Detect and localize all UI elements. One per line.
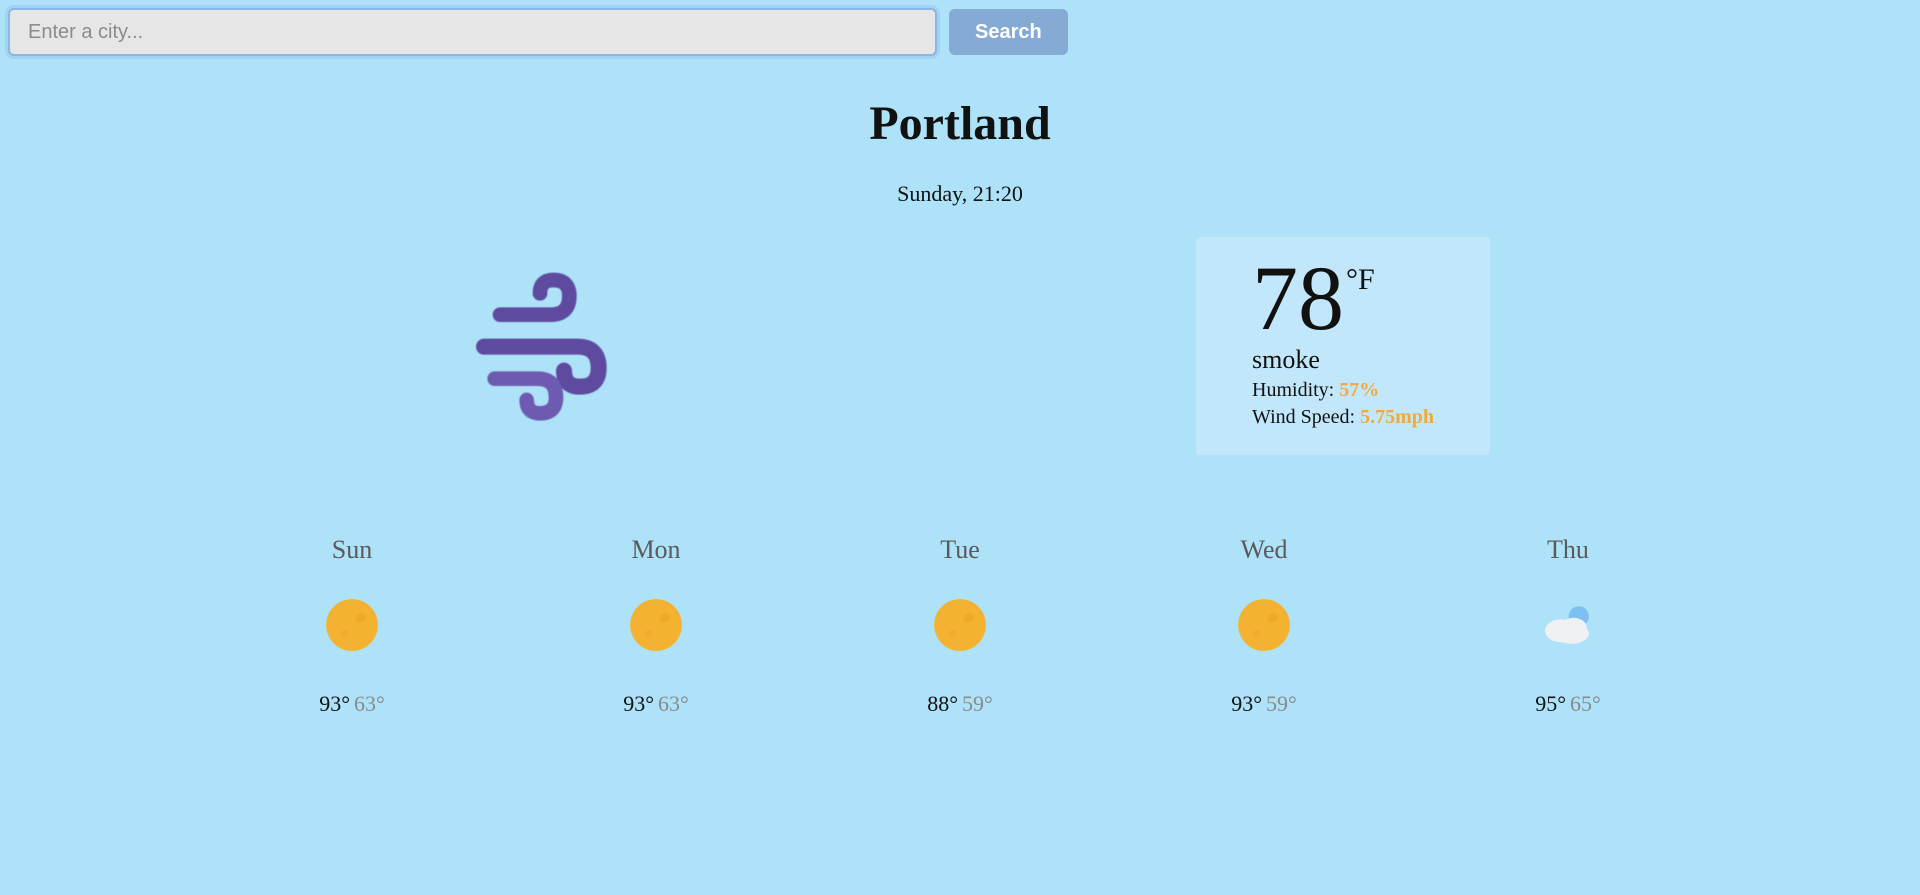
sun-icon <box>1112 585 1416 665</box>
forecast-hi: 93° <box>1231 691 1262 716</box>
forecast-lo: 63° <box>658 691 689 716</box>
forecast-day-name: Mon <box>504 535 808 565</box>
current-temperature: 78 <box>1252 259 1344 337</box>
wind-icon <box>460 264 620 429</box>
sun-icon <box>200 585 504 665</box>
forecast-day: Tue 88°59° <box>808 535 1112 717</box>
search-button[interactable]: Search <box>949 9 1068 55</box>
wind-speed-value: 5.75mph <box>1360 406 1434 428</box>
forecast-day: Mon 93°63° <box>504 535 808 717</box>
forecast-day: Thu 95°65° <box>1416 535 1720 717</box>
forecast-day-name: Thu <box>1416 535 1720 565</box>
forecast-hi: 95° <box>1535 691 1566 716</box>
humidity-row: Humidity: 57% <box>1252 379 1434 402</box>
wind-row: Wind Speed: 5.75mph <box>1252 406 1434 429</box>
forecast-lo: 65° <box>1570 691 1601 716</box>
cloud-partly-icon <box>1416 585 1720 665</box>
forecast-row: Sun 93°63° Mon 93°63° Tue 88°59° <box>190 535 1730 737</box>
current-datetime: Sunday, 21:20 <box>190 181 1730 207</box>
city-search-input[interactable] <box>8 8 937 56</box>
current-conditions-card: 78 °F smoke Humidity: 57% Wind Speed: 5.… <box>1196 237 1490 455</box>
forecast-day: Wed 93°59° <box>1112 535 1416 717</box>
temperature-unit: °F <box>1346 263 1375 297</box>
wind-speed-label: Wind Speed: <box>1252 406 1360 428</box>
forecast-lo: 63° <box>354 691 385 716</box>
forecast-hi: 93° <box>623 691 654 716</box>
forecast-hi: 88° <box>927 691 958 716</box>
forecast-day: Sun 93°63° <box>200 535 504 717</box>
forecast-lo: 59° <box>1266 691 1297 716</box>
sun-icon <box>808 585 1112 665</box>
forecast-day-name: Sun <box>200 535 504 565</box>
humidity-label: Humidity: <box>1252 379 1339 401</box>
forecast-hi: 93° <box>319 691 350 716</box>
weather-condition: smoke <box>1252 345 1434 375</box>
forecast-lo: 59° <box>962 691 993 716</box>
forecast-day-name: Tue <box>808 535 1112 565</box>
sun-icon <box>504 585 808 665</box>
humidity-value: 57% <box>1339 379 1379 401</box>
city-name: Portland <box>190 96 1730 151</box>
forecast-day-name: Wed <box>1112 535 1416 565</box>
